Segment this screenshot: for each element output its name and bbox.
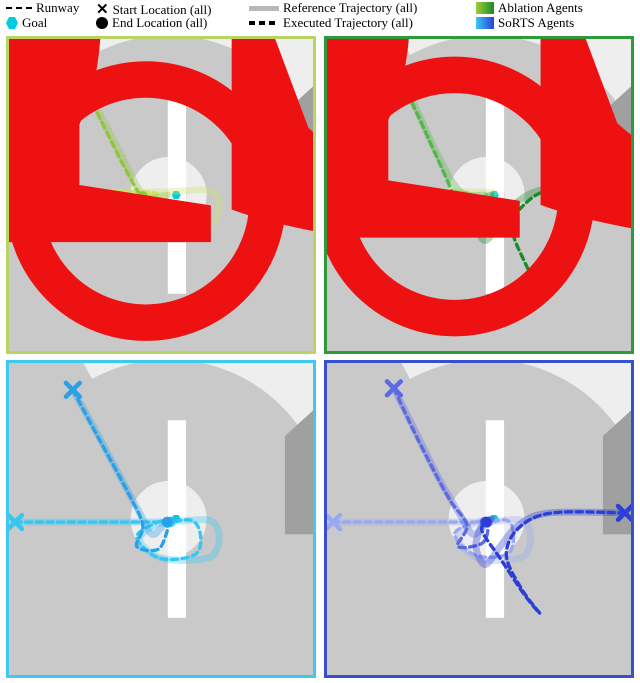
panel-ablation-2agent: 2 NM5 NMLoss ofSeparation	[6, 36, 316, 354]
legend: Runway Goal ✕Start Location (all) End Lo…	[6, 0, 634, 30]
panel-sorts-2agent: 2 NM5 NM	[6, 360, 316, 678]
exec-traj-icon	[249, 21, 279, 25]
sorts-swatch-icon	[476, 17, 494, 29]
panel-sorts-3agent: 2 NM5 NM	[324, 360, 634, 678]
legend-exec: Executed Trajectory (all)	[283, 15, 413, 31]
legend-sorts: SoRTS Agents	[498, 15, 574, 31]
legend-ref: Reference Trajectory (all)	[283, 0, 417, 16]
panel-ablation-3agent: 2 NM5 NMLoss ofSeparation	[324, 36, 634, 354]
svg-text:5 NM: 5 NM	[280, 363, 313, 675]
dot-icon	[96, 17, 108, 29]
runway-icon	[6, 7, 32, 9]
ref-traj-icon	[249, 6, 279, 11]
svg-text:Separation: Separation	[327, 39, 631, 351]
legend-ablation: Ablation Agents	[498, 0, 583, 16]
goal-icon	[6, 17, 18, 29]
svg-text:5 NM: 5 NM	[598, 363, 631, 675]
legend-goal: Goal	[22, 15, 47, 31]
legend-runway: Runway	[36, 0, 79, 16]
legend-end: End Location (all)	[112, 15, 207, 31]
ablation-swatch-icon	[476, 2, 494, 14]
svg-text:Separation: Separation	[9, 39, 313, 351]
